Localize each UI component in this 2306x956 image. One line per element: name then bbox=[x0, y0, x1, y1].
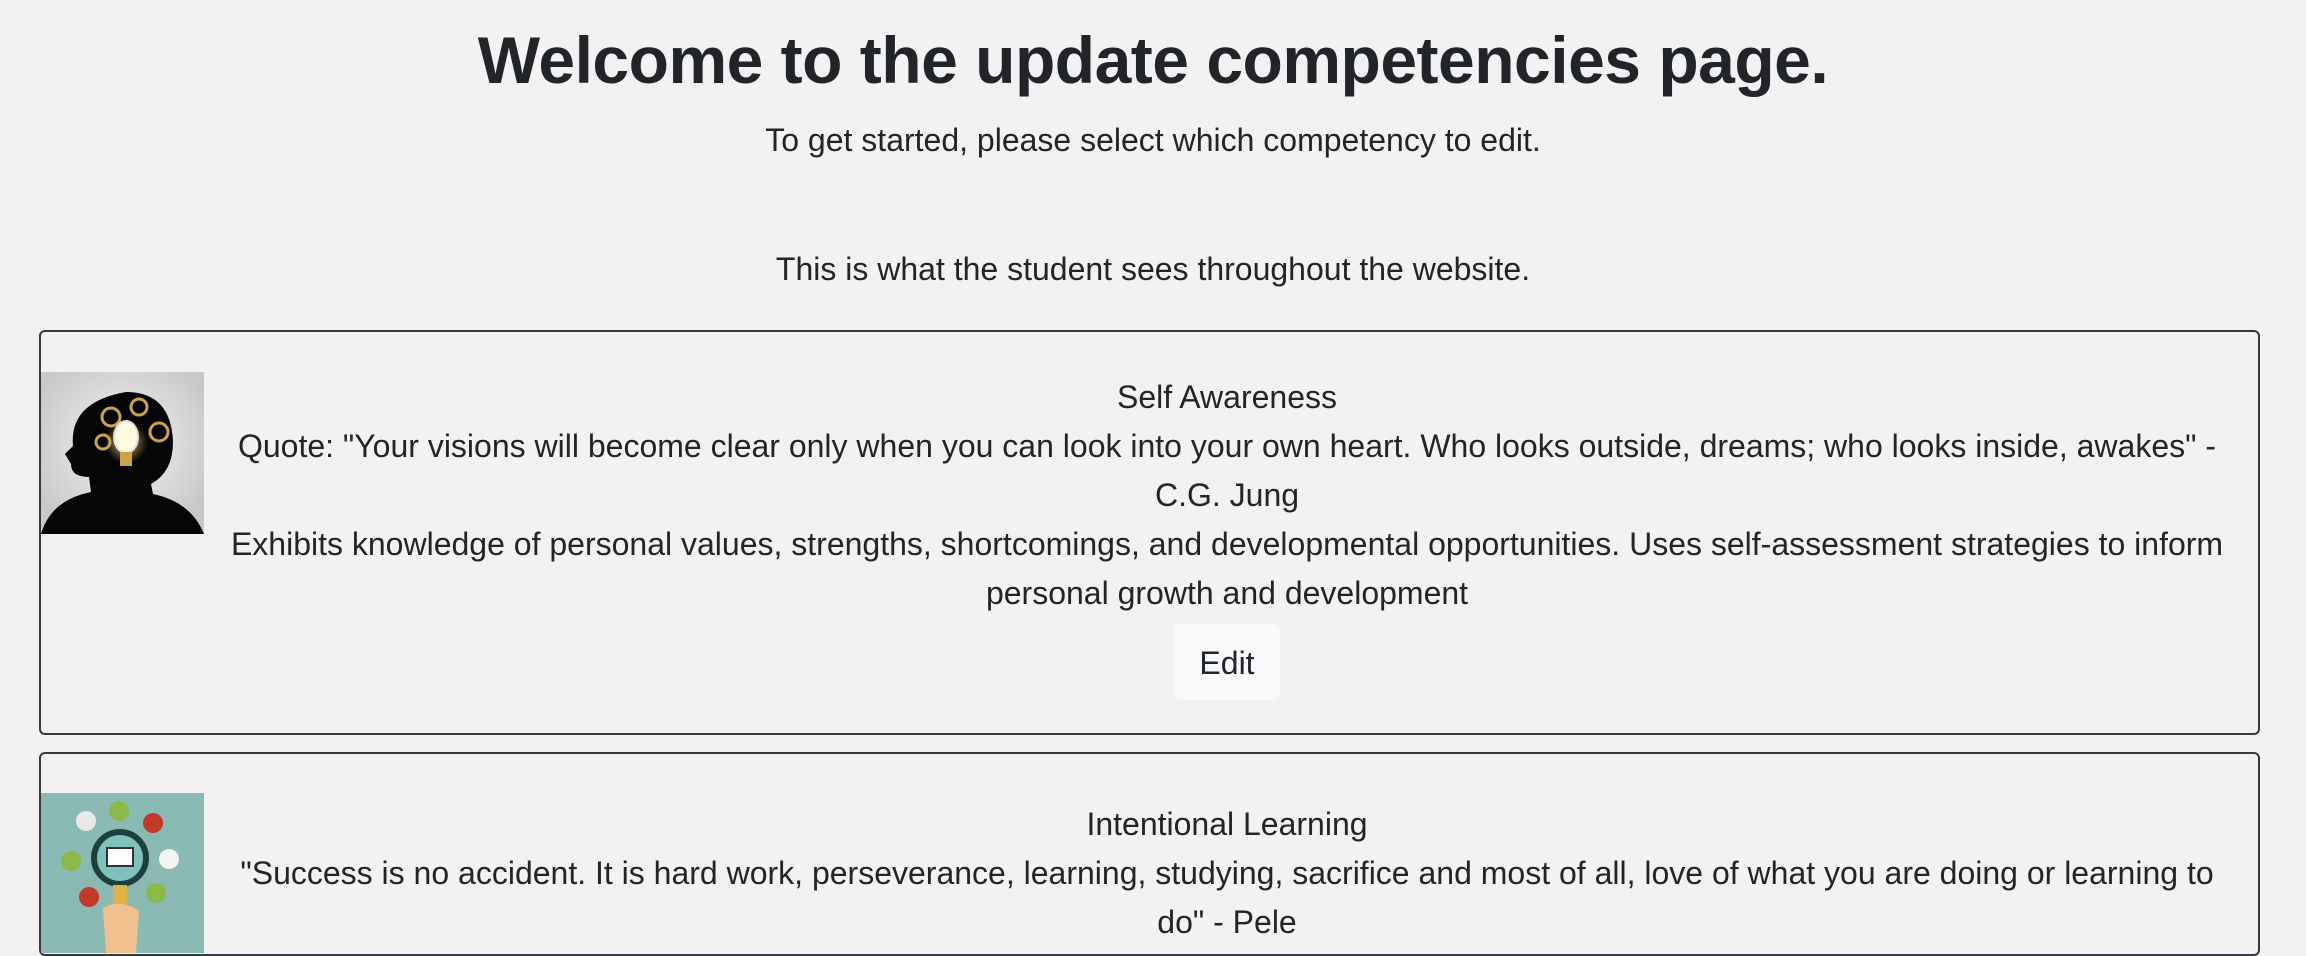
edit-button[interactable]: Edit bbox=[1174, 624, 1280, 700]
page-title: Welcome to the update competencies page. bbox=[477, 23, 1829, 97]
competency-card-intentional-learning: Intentional Learning "Success is no acci… bbox=[39, 752, 2260, 956]
head-lightbulb-icon bbox=[41, 372, 204, 534]
competency-quote: "Success is no accident. It is hard work… bbox=[240, 855, 2214, 940]
competency-name: Self Awareness bbox=[1117, 379, 1337, 415]
competency-body: Intentional Learning "Success is no acci… bbox=[216, 800, 2238, 947]
competency-body: Self Awareness Quote: "Your visions will… bbox=[216, 373, 2238, 700]
competency-name: Intentional Learning bbox=[1086, 806, 1368, 842]
competency-description: Exhibits knowledge of personal values, s… bbox=[230, 526, 2224, 611]
student-view-note: This is what the student sees throughout… bbox=[775, 251, 1531, 287]
competency-quote: Quote: "Your visions will become clear o… bbox=[237, 428, 2217, 513]
competency-card-self-awareness: Self Awareness Quote: "Your visions will… bbox=[39, 330, 2260, 735]
page-subtitle: To get started, please select which comp… bbox=[765, 122, 1541, 158]
magnifier-learning-icon bbox=[41, 793, 204, 953]
